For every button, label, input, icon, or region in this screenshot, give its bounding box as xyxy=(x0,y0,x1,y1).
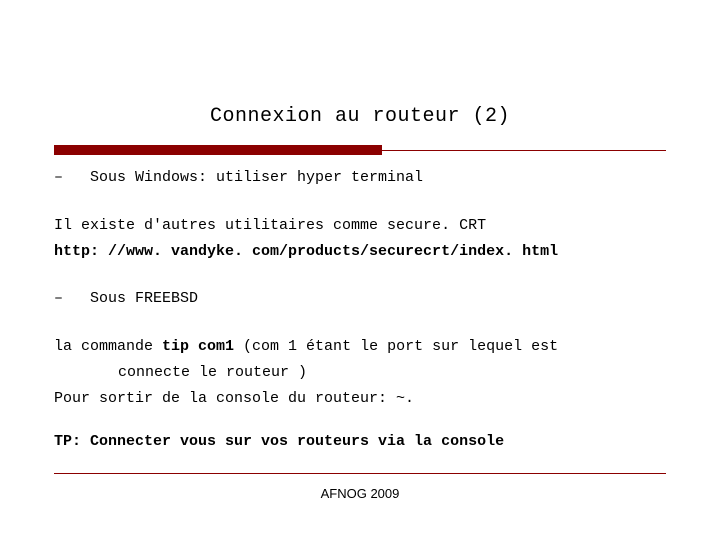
spacer xyxy=(54,266,666,288)
spacer xyxy=(54,413,666,431)
rule-thick xyxy=(54,145,382,155)
footer-text: AFNOG 2009 xyxy=(0,485,720,504)
para-command-cont: connecte le routeur ) xyxy=(54,362,666,384)
spacer xyxy=(54,314,666,336)
bullet-1-text: Sous Windows: utiliser hyper terminal xyxy=(90,167,423,189)
bullet-dash-icon: – xyxy=(54,288,90,314)
bullet-1: – Sous Windows: utiliser hyper terminal xyxy=(54,167,666,193)
para-utilities: Il existe d'autres utilitaires comme sec… xyxy=(54,215,666,237)
bullet-2-text: Sous FREEBSD xyxy=(90,288,198,310)
bullet-2: – Sous FREEBSD xyxy=(54,288,666,314)
cmd-bold: tip com1 xyxy=(162,338,243,355)
slide-container: Connexion au routeur (2) – Sous Windows:… xyxy=(0,0,720,540)
para-command-line1: la commande tip com1 (com 1 étant le por… xyxy=(54,336,666,358)
spacer xyxy=(54,193,666,215)
slide-title: Connexion au routeur (2) xyxy=(0,0,720,131)
slide-content: – Sous Windows: utiliser hyper terminal … xyxy=(0,155,720,453)
title-rule xyxy=(0,145,720,155)
para-tp: TP: Connecter vous sur vos routeurs via … xyxy=(54,431,666,453)
para-exit: Pour sortir de la console du routeur: ~. xyxy=(54,388,666,410)
para-url: http: //www. vandyke. com/products/secur… xyxy=(54,241,666,263)
cmd-prefix: la commande xyxy=(54,338,162,355)
bullet-dash-icon: – xyxy=(54,167,90,193)
cmd-suffix: (com 1 étant le port sur lequel est xyxy=(243,338,558,355)
footer-rule xyxy=(54,473,666,474)
